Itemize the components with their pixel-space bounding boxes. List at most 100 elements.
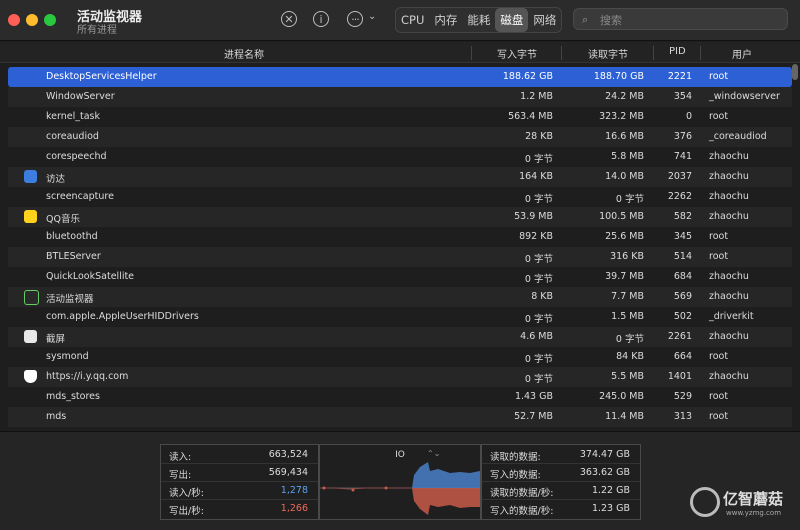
watermark-icon	[690, 487, 720, 517]
table-row[interactable]: screencapture 0 字节 0 字节 2262 zhaochu	[8, 187, 792, 207]
io-data-stat-label: 读取的数据/秒:	[490, 488, 554, 499]
table-row[interactable]: mds 52.7 MB 11.4 MB 313 root	[8, 407, 792, 427]
process-name: com.apple.AppleUserHIDDrivers	[46, 311, 199, 322]
chart-point	[384, 486, 388, 490]
column-header-read[interactable]: 读取字节	[588, 46, 628, 61]
process-user: _coreaudiod	[709, 131, 767, 142]
read-bytes: 245.0 MB	[599, 391, 644, 402]
read-bytes: 323.2 MB	[599, 111, 644, 122]
io-data-stat-value: 1.23 GB	[591, 503, 630, 514]
table-row[interactable]: mds_stores 1.43 GB 245.0 MB 529 root	[8, 387, 792, 407]
written-bytes: 53.9 MB	[514, 211, 553, 222]
process-name: BTLEServer	[46, 251, 101, 262]
process-user: zhaochu	[709, 271, 749, 282]
written-bytes: 52.7 MB	[514, 411, 553, 422]
table-row[interactable]: 访达 164 KB 14.0 MB 2037 zhaochu	[8, 167, 792, 187]
table-row[interactable]: corespeechd 0 字节 5.8 MB 741 zhaochu	[8, 147, 792, 167]
table-row[interactable]: bluetoothd 892 KB 25.6 MB 345 root	[8, 227, 792, 247]
table-row[interactable]: BTLEServer 0 字节 316 KB 514 root	[8, 247, 792, 267]
chevron-down-icon[interactable]: ⌄	[368, 11, 376, 22]
tab-energy[interactable]: 能耗	[462, 8, 495, 32]
written-bytes: 892 KB	[519, 231, 553, 242]
table-row[interactable]: https://i.y.qq.com 0 字节 5.5 MB 1401 zhaochu	[8, 367, 792, 387]
more-actions-icon[interactable]: ···	[347, 11, 363, 27]
column-header-name[interactable]: 进程名称	[224, 46, 264, 61]
process-user: zhaochu	[709, 331, 749, 342]
process-name: coreaudiod	[46, 131, 99, 142]
process-id: 2221	[667, 71, 692, 82]
chart-point	[351, 488, 355, 492]
written-bytes: 1.2 MB	[520, 91, 553, 102]
process-id: 1401	[667, 371, 692, 382]
table-row[interactable]: DesktopServicesHelper 188.62 GB 188.70 GB 2…	[8, 67, 792, 87]
tab-memory[interactable]: 内存	[429, 8, 462, 32]
process-id: 0	[685, 111, 692, 122]
minimize-window-button[interactable]	[26, 14, 38, 26]
read-bytes: 14.0 MB	[605, 171, 644, 182]
table-row[interactable]: kernel_task 563.4 MB 323.2 MB 0 root	[8, 107, 792, 127]
table-row[interactable]: WindowServer 1.2 MB 24.2 MB 354 _windowserve…	[8, 87, 792, 107]
io-chart	[320, 462, 480, 515]
io-data-stat-label: 写入的数据/秒:	[490, 506, 554, 517]
io-count-stat-row: 写出: 569,434	[161, 464, 318, 482]
process-name: QQ音乐	[46, 214, 80, 225]
process-id: 354	[673, 91, 692, 102]
process-name: kernel_task	[46, 111, 100, 122]
scrollbar[interactable]	[792, 64, 798, 80]
search-icon: ⌕	[582, 13, 589, 26]
process-user: root	[709, 351, 729, 362]
process-user: root	[709, 251, 729, 262]
io-count-panel: 读入: 663,524 写出: 569,434 读入/秒: 1,278 写出/秒: 1,266	[160, 444, 319, 520]
io-count-stat-label: 写出/秒:	[169, 506, 204, 517]
tab-disk[interactable]: 磁盘	[495, 8, 529, 32]
table-row[interactable]: QQ音乐 53.9 MB 100.5 MB 582 zhaochu	[8, 207, 792, 227]
table-row[interactable]: sysmond 0 字节 84 KB 664 root	[8, 347, 792, 367]
column-header-pid[interactable]: PID	[669, 46, 686, 57]
stop-process-icon[interactable]: ✕	[281, 11, 297, 27]
read-bytes: 188.70 GB	[593, 71, 644, 82]
tab-cpu[interactable]: CPU	[396, 8, 429, 32]
process-user: zhaochu	[709, 191, 749, 202]
written-bytes: 0 字节	[524, 274, 553, 285]
process-user: _windowserver	[709, 91, 780, 102]
read-bytes: 25.6 MB	[605, 231, 644, 242]
written-bytes: 0 字节	[524, 154, 553, 165]
io-count-stat-label: 读入/秒:	[169, 488, 204, 499]
io-data-stat-label: 写入的数据:	[490, 470, 541, 481]
process-id: 313	[673, 411, 692, 422]
process-id: 664	[673, 351, 692, 362]
info-icon[interactable]: i	[313, 11, 329, 27]
table-row[interactable]: coreaudiod 28 KB 16.6 MB 376 _coreaudiod	[8, 127, 792, 147]
process-id: 514	[673, 251, 692, 262]
column-header-written[interactable]: 写入字节	[497, 46, 537, 61]
written-bytes: 563.4 MB	[508, 111, 553, 122]
io-count-stat-value: 663,524	[268, 449, 308, 460]
read-bytes: 84 KB	[616, 351, 644, 362]
process-user: root	[709, 411, 729, 422]
search-box: ⌕	[573, 8, 788, 30]
written-bytes: 164 KB	[519, 171, 553, 182]
io-data-panel: 读取的数据: 374.47 GB 写入的数据: 363.62 GB 读取的数据/秒: 1.…	[481, 444, 641, 520]
process-id: 2262	[667, 191, 692, 202]
process-id: 376	[673, 131, 692, 142]
process-id: 2261	[667, 331, 692, 342]
process-id: 345	[673, 231, 692, 242]
process-user: zhaochu	[709, 371, 749, 382]
table-row[interactable]: 截屏 4.6 MB 0 字节 2261 zhaochu	[8, 327, 792, 347]
tab-network[interactable]: 网络	[528, 8, 561, 32]
watermark-text: 亿智蘑菇	[723, 490, 784, 508]
close-window-button[interactable]	[8, 14, 20, 26]
process-id: 684	[673, 271, 692, 282]
table-row[interactable]: 活动监视器 8 KB 7.7 MB 569 zhaochu	[8, 287, 792, 307]
zoom-window-button[interactable]	[44, 14, 56, 26]
io-data-stat-row: 读取的数据/秒: 1.22 GB	[482, 482, 640, 500]
table-row[interactable]: com.apple.AppleUserHIDDrivers 0 字节 1.5 MB 5…	[8, 307, 792, 327]
process-user: zhaochu	[709, 291, 749, 302]
screenshot-icon	[24, 330, 37, 343]
column-header-user[interactable]: 用户	[732, 46, 752, 61]
watermark-url: www.yzmg.com	[726, 509, 782, 517]
search-input[interactable]	[598, 11, 782, 29]
read-bytes: 5.5 MB	[611, 371, 644, 382]
written-bytes: 0 字节	[524, 374, 553, 385]
table-row[interactable]: QuickLookSatellite 0 字节 39.7 MB 684 zhaochu	[8, 267, 792, 287]
